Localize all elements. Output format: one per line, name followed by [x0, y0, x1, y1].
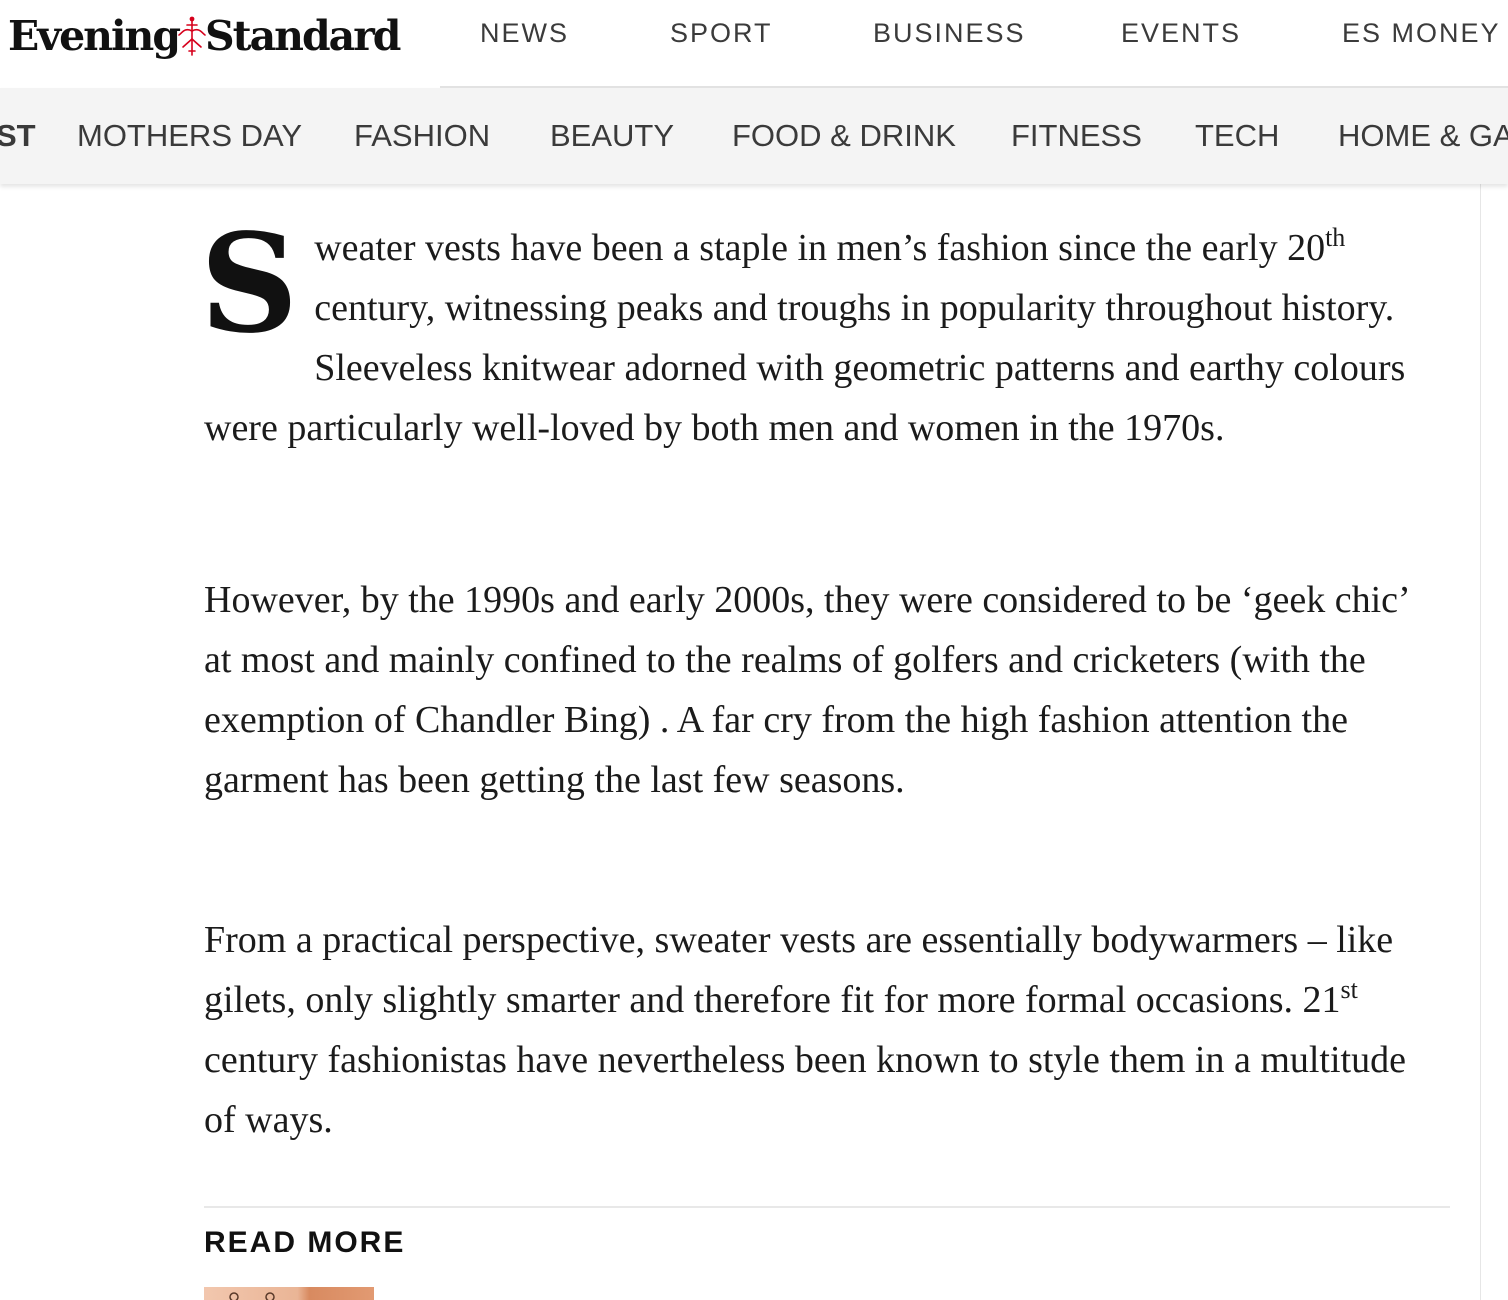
sub-nav-tech[interactable]: TECH: [1195, 118, 1279, 154]
sub-nav-food-drink[interactable]: FOOD & DRINK: [732, 118, 956, 154]
top-nav-business[interactable]: BUSINESS: [873, 18, 1026, 49]
sub-nav-fitness[interactable]: FITNESS: [1011, 118, 1142, 154]
paragraph-3-text-a: From a practical perspective, sweater ve…: [204, 919, 1394, 1021]
thumbnail-image-icon: [229, 1292, 275, 1300]
paragraph-1-text-a: weater vests have been a staple in men’s…: [314, 227, 1326, 269]
paragraph-1-ordinal: th: [1325, 223, 1346, 252]
content-right-rule: [1480, 184, 1481, 1300]
sub-nav-beauty[interactable]: BEAUTY: [550, 118, 674, 154]
read-more-heading: READ MORE: [204, 1226, 406, 1259]
article-paragraph-2: However, by the 1990s and early 2000s, t…: [204, 579, 1408, 801]
logo-text-evening: Evening: [8, 12, 181, 60]
top-nav-events[interactable]: EVENTS: [1121, 18, 1241, 49]
site-logo[interactable]: Evening Standard: [8, 10, 401, 62]
sub-nav-item-partial-left[interactable]: ST: [0, 118, 36, 154]
eros-icon: [178, 16, 206, 56]
top-nav-news[interactable]: NEWS: [480, 18, 569, 49]
section-navigation: ST MOTHERS DAY FASHION BEAUTY FOOD & DRI…: [0, 88, 1508, 184]
drop-cap: S: [200, 204, 299, 364]
site-header: Evening Standard NEWS SPORT BUSINESS EVE…: [0, 0, 1508, 88]
article-paragraph-3: From a practical perspective, sweater ve…: [204, 910, 1434, 1150]
read-more-thumbnail[interactable]: [204, 1287, 374, 1300]
paragraph-3-text-b: century fashionistas have nevertheless b…: [204, 1039, 1406, 1141]
read-more-divider: [204, 1206, 1450, 1208]
top-nav-es-money[interactable]: ES MONEY: [1342, 18, 1501, 49]
sub-nav-fashion[interactable]: FASHION: [354, 118, 490, 154]
article-paragraph-1: Sweater vests have been a staple in men’…: [200, 216, 1434, 458]
sub-nav-home-garden[interactable]: HOME & GA: [1338, 118, 1508, 154]
paragraph-3-ordinal: st: [1340, 975, 1358, 1004]
logo-text-standard: Standard: [205, 12, 401, 60]
paragraph-1-text-b: century, witnessing peaks and troughs in…: [204, 287, 1406, 449]
top-nav-sport[interactable]: SPORT: [670, 18, 773, 49]
sub-nav-mothers-day[interactable]: MOTHERS DAY: [77, 118, 302, 154]
top-navigation: NEWS SPORT BUSINESS EVENTS ES MONEY: [440, 0, 1508, 70]
